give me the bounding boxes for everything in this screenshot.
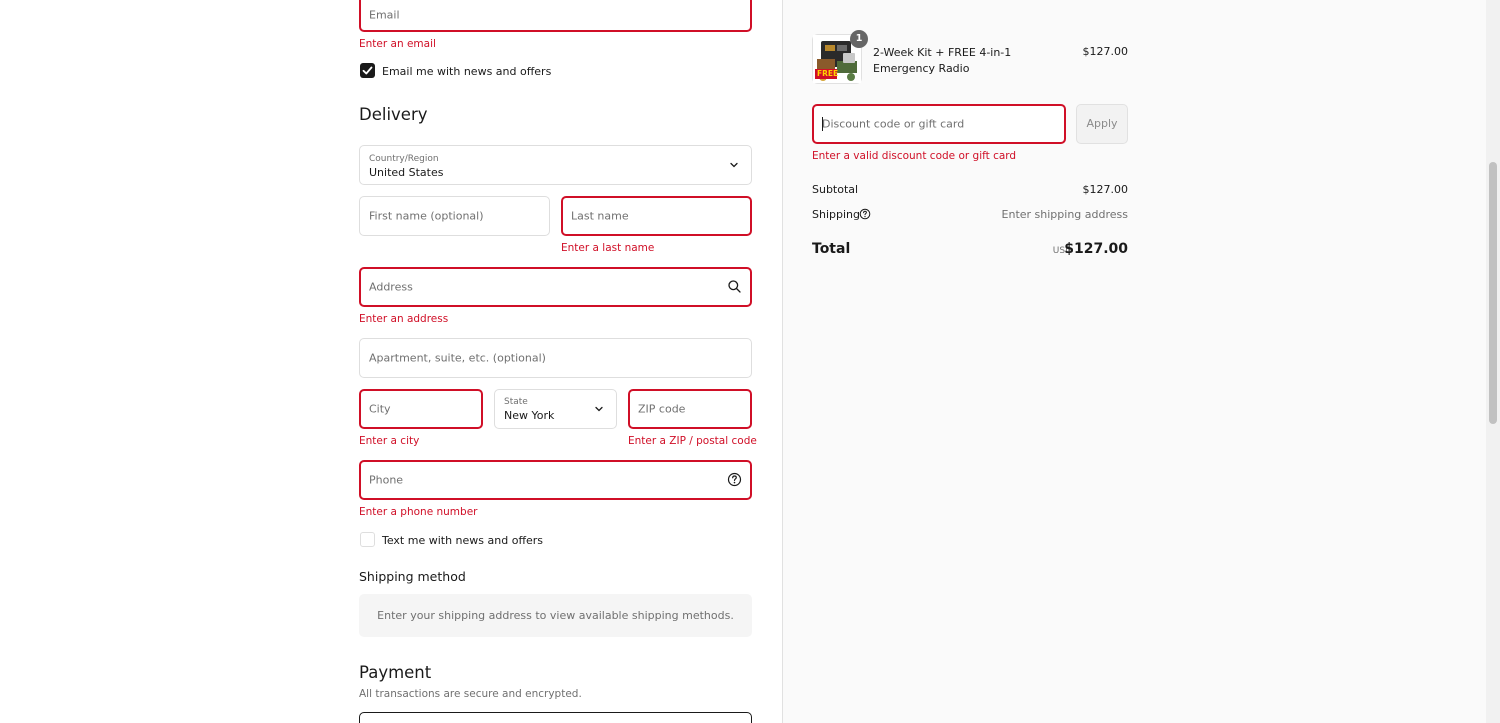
last-name-placeholder: Last name [571, 209, 629, 223]
chevron-down-icon [595, 406, 603, 412]
country-select[interactable]: Country/Region United States [359, 145, 752, 185]
shipping-label: Shipping [812, 208, 860, 221]
city-error: Enter a city [359, 435, 420, 447]
last-name-field[interactable]: Last name [561, 196, 752, 236]
total-value: $127.00 [1064, 241, 1128, 257]
search-icon [728, 280, 741, 293]
product-price: $127.00 [1082, 45, 1129, 58]
zip-error: Enter a ZIP / postal code [628, 435, 757, 447]
discount-error: Enter a valid discount code or gift card [812, 150, 1017, 162]
delivery-heading: Delivery [359, 105, 428, 124]
state-select[interactable]: State New York [494, 389, 617, 429]
scrollbar-thumb[interactable] [1489, 162, 1497, 424]
payment-heading: Payment [359, 663, 432, 682]
apartment-field[interactable]: Apartment, suite, etc. (optional) [359, 338, 752, 378]
phone-placeholder: Phone [369, 473, 404, 487]
discount-code-input[interactable]: Discount code or gift card [812, 104, 1066, 144]
sms-news-checkbox[interactable] [360, 532, 375, 547]
subtotal-value: $127.00 [1082, 183, 1129, 196]
address-placeholder: Address [369, 280, 413, 294]
discount-code-placeholder: Discount code or gift card [822, 117, 965, 131]
scrollbar[interactable] [1486, 0, 1500, 723]
shipping-method-notice: Enter your shipping address to view avai… [377, 609, 734, 622]
apply-discount-button[interactable]: Apply [1076, 104, 1128, 144]
email-error: Enter an email [359, 38, 436, 50]
zip-field[interactable]: ZIP code [628, 389, 752, 429]
email-news-checkbox[interactable] [360, 63, 375, 78]
product-thumb-text: FREE [817, 69, 839, 78]
state-value: New York [504, 409, 555, 422]
city-placeholder: City [369, 402, 391, 416]
phone-error: Enter a phone number [359, 506, 478, 518]
checkout-form-panel: Email Enter an email Email me with news … [0, 0, 782, 723]
sms-news-label: Text me with news and offers [382, 534, 544, 547]
email-placeholder: Email [369, 8, 400, 22]
address-field[interactable]: Address [359, 267, 752, 307]
first-name-field[interactable]: First name (optional) [359, 196, 550, 236]
help-circle-icon[interactable] [727, 472, 742, 487]
product-name: 2-Week Kit + FREE 4-in-1 Emergency Radio [873, 46, 1012, 75]
email-field[interactable]: Email [359, 0, 752, 32]
first-name-placeholder: First name (optional) [369, 209, 484, 223]
shipping-method-notice-box: Enter your shipping address to view avai… [359, 594, 752, 637]
chevron-down-icon [730, 162, 738, 168]
city-field[interactable]: City [359, 389, 483, 429]
text-cursor [822, 117, 823, 131]
email-news-label: Email me with news and offers [382, 65, 552, 78]
apartment-placeholder: Apartment, suite, etc. (optional) [369, 351, 546, 365]
quantity-badge: 1 [850, 30, 868, 48]
help-circle-icon[interactable] [859, 208, 871, 220]
subtotal-label: Subtotal [812, 183, 859, 196]
payment-subtext: All transactions are secure and encrypte… [359, 688, 582, 700]
check-icon [362, 66, 373, 75]
phone-field[interactable]: Phone [359, 460, 752, 500]
total-label: Total [812, 241, 851, 257]
last-name-error: Enter a last name [561, 242, 655, 254]
country-value: United States [369, 166, 444, 179]
shipping-method-heading: Shipping method [359, 569, 466, 584]
shipping-value: Enter shipping address [1001, 208, 1128, 221]
state-label: State [504, 397, 528, 407]
payment-options-box[interactable] [359, 712, 752, 723]
country-label: Country/Region [369, 154, 439, 164]
address-error: Enter an address [359, 313, 449, 325]
zip-placeholder: ZIP code [638, 402, 686, 416]
